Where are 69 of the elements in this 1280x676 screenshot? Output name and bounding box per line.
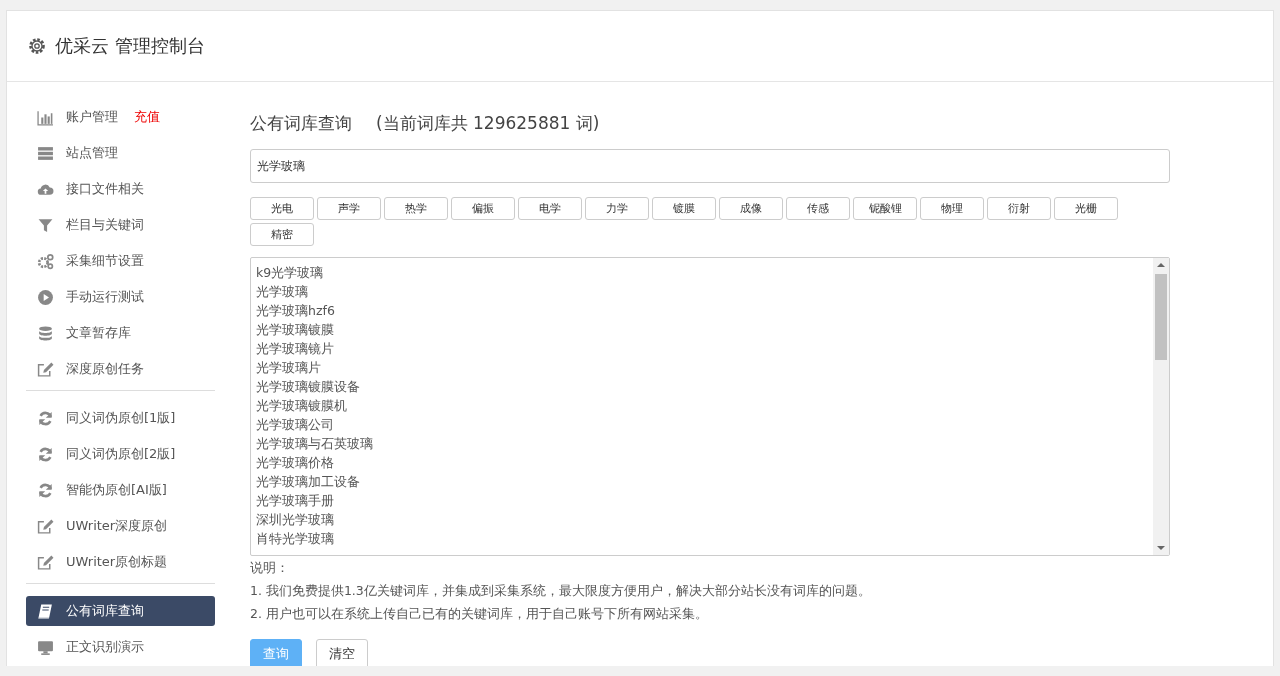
- refresh-icon: [37, 481, 54, 499]
- result-item[interactable]: 光学玻璃镜片: [256, 339, 334, 358]
- tag-button[interactable]: 成像: [719, 197, 783, 220]
- book-icon: [37, 602, 54, 620]
- result-item[interactable]: 光学玻璃: [256, 282, 308, 301]
- note-text: 1. 我们免费提供1.3亿关键词库，并集成到采集系统，最大限度方便用户，解决大部分站长没有词库的问题。: [250, 582, 871, 600]
- result-item[interactable]: 光学玻璃与石英玻璃: [256, 434, 373, 453]
- result-item[interactable]: 光学玻璃加工设备: [256, 472, 360, 491]
- sidebar-item[interactable]: UWriter原创标题: [26, 547, 215, 577]
- result-item[interactable]: 光学玻璃镀膜: [256, 320, 334, 339]
- result-item[interactable]: 深圳光学玻璃: [256, 510, 334, 529]
- result-item[interactable]: 肖特光学玻璃: [256, 529, 334, 548]
- sidebar-item[interactable]: 正文识别演示: [26, 632, 215, 662]
- sidebar-item[interactable]: 文章暂存库: [26, 318, 215, 348]
- result-item[interactable]: 光学玻璃手册: [256, 491, 334, 510]
- result-item[interactable]: 光学玻璃镀膜机: [256, 396, 347, 415]
- settings-icon: [27, 36, 47, 56]
- result-item[interactable]: 光学玻璃公司: [256, 415, 334, 434]
- refresh-icon: [37, 445, 54, 463]
- search-field[interactable]: 光学玻璃: [250, 149, 1170, 183]
- gears-icon: [37, 252, 54, 270]
- tag-button[interactable]: 热学: [384, 197, 448, 220]
- result-item[interactable]: k9光学玻璃: [256, 263, 324, 282]
- refresh-icon: [37, 409, 54, 427]
- note-text: 2. 用户也可以在系统上传自己已有的关键词库，用于自己账号下所有网站采集。: [250, 605, 708, 623]
- sidebar-item[interactable]: 手动运行测试: [26, 282, 215, 312]
- edit-icon: [37, 517, 54, 535]
- sidebar-item[interactable]: 站点管理: [26, 138, 215, 168]
- sidebar-item[interactable]: 同义词伪原创[1版]: [26, 403, 215, 433]
- tag-button[interactable]: 衍射: [987, 197, 1051, 220]
- clear-button[interactable]: 清空: [316, 639, 368, 666]
- notes-heading: 说明：: [250, 559, 289, 577]
- tag-button[interactable]: 物理: [920, 197, 984, 220]
- server-icon: [37, 144, 54, 162]
- tag-button[interactable]: 精密: [250, 223, 314, 246]
- sidebar-item[interactable]: 智能伪原创[AI版]: [26, 475, 215, 505]
- app-title: 优采云 管理控制台: [55, 34, 205, 58]
- sidebar-item[interactable]: 栏目与关键词: [26, 210, 215, 240]
- sidebar-item[interactable]: 公有词库查询: [26, 596, 215, 626]
- recharge-link[interactable]: 充值: [134, 108, 160, 126]
- sidebar-item[interactable]: 采集细节设置: [26, 246, 215, 276]
- result-item[interactable]: 光学玻璃镀膜设备: [256, 377, 360, 396]
- edit-icon: [37, 360, 54, 378]
- result-item[interactable]: 光学玻璃hzf6: [256, 301, 335, 320]
- sidebar-item[interactable]: 接口文件相关: [26, 174, 215, 204]
- sidebar-item[interactable]: 账户管理 充值: [26, 102, 215, 132]
- tag-button[interactable]: 光电: [250, 197, 314, 220]
- word-count: (当前词库共 129625881 词): [376, 112, 600, 135]
- sidebar-item[interactable]: 同义词伪原创[2版]: [26, 439, 215, 469]
- result-item[interactable]: 光学玻璃价格: [256, 453, 334, 472]
- scrollbar[interactable]: [1153, 258, 1169, 555]
- page-title: 公有词库查询: [250, 112, 352, 135]
- edit-icon: [37, 553, 54, 571]
- sidebar-item[interactable]: 深度原创任务: [26, 354, 215, 384]
- bar-chart-icon: [37, 108, 54, 126]
- tag-button[interactable]: 铌酸锂: [853, 197, 917, 220]
- monitor-icon: [37, 638, 54, 656]
- tag-button[interactable]: 镀膜: [652, 197, 716, 220]
- tag-button[interactable]: 传感: [786, 197, 850, 220]
- result-item[interactable]: 光学玻璃片: [256, 358, 321, 377]
- tag-button[interactable]: 电学: [518, 197, 582, 220]
- tag-button[interactable]: 声学: [317, 197, 381, 220]
- tag-button[interactable]: 光栅: [1054, 197, 1118, 220]
- tag-button[interactable]: 力学: [585, 197, 649, 220]
- sidebar-item[interactable]: UWriter深度原创: [26, 511, 215, 541]
- play-icon: [37, 288, 54, 306]
- database-icon: [37, 324, 54, 342]
- tag-button[interactable]: 偏振: [451, 197, 515, 220]
- filter-icon: [37, 216, 54, 234]
